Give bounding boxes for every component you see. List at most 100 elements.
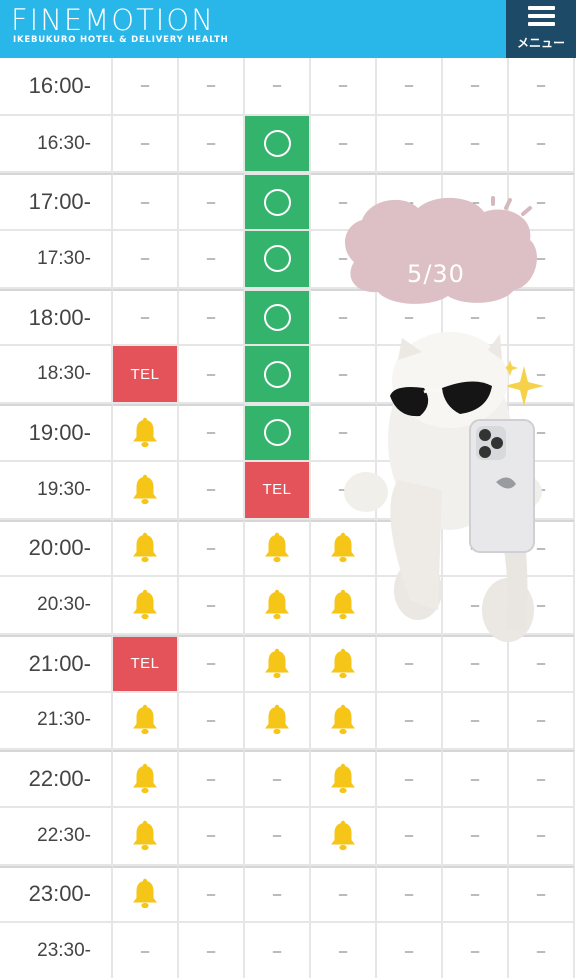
bell-icon	[331, 763, 355, 794]
slot-waiting[interactable]	[113, 692, 179, 751]
slot-unavailable	[377, 692, 443, 751]
slot-unavailable	[311, 923, 377, 978]
slot-unavailable	[443, 923, 509, 978]
slot-unavailable	[377, 231, 443, 289]
slot-unavailable	[509, 577, 575, 635]
slot-unavailable	[509, 404, 575, 462]
slot-waiting[interactable]	[311, 634, 377, 693]
slot-unavailable	[311, 173, 377, 232]
slot-unavailable	[179, 807, 245, 866]
slot-available[interactable]	[245, 115, 311, 174]
slot-waiting[interactable]	[113, 519, 179, 578]
slot-waiting[interactable]	[311, 750, 377, 808]
slot-unavailable	[443, 519, 509, 578]
slot-unavailable	[443, 231, 509, 289]
slot-unavailable	[245, 807, 311, 866]
site-subtitle: IKEBUKURO HOTEL & DELIVERY HEALTH	[13, 35, 229, 45]
slot-waiting[interactable]	[245, 519, 311, 578]
slot-unavailable	[443, 115, 509, 174]
slot-unavailable	[443, 461, 509, 520]
slot-unavailable	[245, 750, 311, 808]
slot-waiting[interactable]	[311, 807, 377, 866]
slot-unavailable	[443, 58, 509, 116]
circle-icon	[263, 304, 291, 332]
slot-unavailable	[377, 173, 443, 232]
slot-tel[interactable]: TEL	[113, 634, 179, 693]
slot-waiting[interactable]	[245, 634, 311, 693]
site-logo[interactable]: FINEMOTION	[11, 4, 215, 36]
site-header: FINEMOTION IKEBUKURO HOTEL & DELIVERY HE…	[0, 0, 576, 58]
slot-unavailable	[311, 404, 377, 462]
time-label: 18:00-	[0, 288, 113, 347]
slot-unavailable	[443, 865, 509, 924]
slot-unavailable	[245, 865, 311, 924]
bell-icon	[331, 648, 355, 678]
slot-unavailable	[179, 577, 245, 635]
time-label: 16:00-	[0, 58, 113, 116]
slot-waiting[interactable]	[113, 404, 179, 462]
slot-unavailable	[377, 404, 443, 462]
slot-unavailable	[179, 115, 245, 174]
slot-unavailable	[509, 231, 575, 289]
time-label: 23:30-	[0, 923, 113, 978]
bell-icon	[265, 705, 289, 735]
slot-unavailable	[509, 461, 575, 520]
slot-waiting[interactable]	[311, 692, 377, 751]
slot-unavailable	[443, 634, 509, 693]
slot-available[interactable]	[245, 288, 311, 347]
slot-available[interactable]	[245, 346, 311, 405]
slot-unavailable	[179, 634, 245, 693]
slot-waiting[interactable]	[113, 865, 179, 924]
slot-unavailable	[311, 346, 377, 405]
bell-icon	[331, 705, 355, 735]
slot-unavailable	[113, 173, 179, 232]
slot-unavailable	[443, 404, 509, 462]
bell-icon	[331, 533, 355, 563]
slot-unavailable	[509, 807, 575, 866]
slot-unavailable	[113, 115, 179, 174]
slot-unavailable	[377, 288, 443, 347]
slot-unavailable	[509, 923, 575, 978]
time-label: 22:00-	[0, 750, 113, 808]
slot-unavailable	[509, 519, 575, 578]
slot-unavailable	[443, 577, 509, 635]
slot-waiting[interactable]	[113, 577, 179, 635]
slot-unavailable	[113, 58, 179, 116]
slot-waiting[interactable]	[311, 519, 377, 578]
slot-unavailable	[311, 865, 377, 924]
time-label: 20:00-	[0, 519, 113, 578]
time-label: 20:30-	[0, 577, 113, 635]
slot-available[interactable]	[245, 231, 311, 289]
slot-unavailable	[179, 288, 245, 347]
menu-label: メニュー	[516, 36, 565, 50]
slot-tel[interactable]: TEL	[245, 461, 311, 520]
slot-available[interactable]	[245, 404, 311, 462]
slot-waiting[interactable]	[245, 577, 311, 635]
time-label: 19:00-	[0, 404, 113, 462]
slot-unavailable	[113, 231, 179, 289]
slot-unavailable	[179, 231, 245, 289]
slot-unavailable	[245, 58, 311, 116]
slot-waiting[interactable]	[113, 807, 179, 866]
slot-waiting[interactable]	[113, 750, 179, 808]
slot-unavailable	[311, 461, 377, 520]
time-label: 23:00-	[0, 865, 113, 924]
slot-unavailable	[377, 634, 443, 693]
slot-unavailable	[509, 173, 575, 232]
slot-waiting[interactable]	[245, 692, 311, 751]
time-label: 16:30-	[0, 115, 113, 174]
menu-button[interactable]: メニュー	[506, 0, 576, 58]
bell-icon	[265, 589, 289, 620]
slot-waiting[interactable]	[113, 461, 179, 520]
circle-icon	[263, 419, 291, 447]
slot-tel[interactable]: TEL	[113, 346, 179, 405]
circle-icon	[263, 188, 291, 216]
slot-available[interactable]	[245, 173, 311, 232]
slot-unavailable	[311, 288, 377, 347]
bell-icon	[133, 474, 157, 504]
slot-unavailable	[509, 692, 575, 751]
slot-waiting[interactable]	[311, 577, 377, 635]
slot-unavailable	[509, 115, 575, 174]
slot-unavailable	[311, 231, 377, 289]
bell-icon	[133, 417, 157, 448]
